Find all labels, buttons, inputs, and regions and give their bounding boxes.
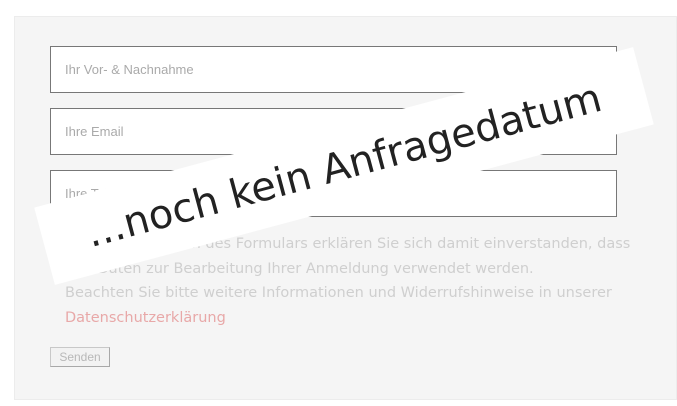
privacy-link[interactable]: Datenschutzerklärung [65,310,226,326]
info-text: Beachten Sie bitte weitere Informationen… [65,285,612,301]
submit-button[interactable]: Senden [50,347,110,367]
